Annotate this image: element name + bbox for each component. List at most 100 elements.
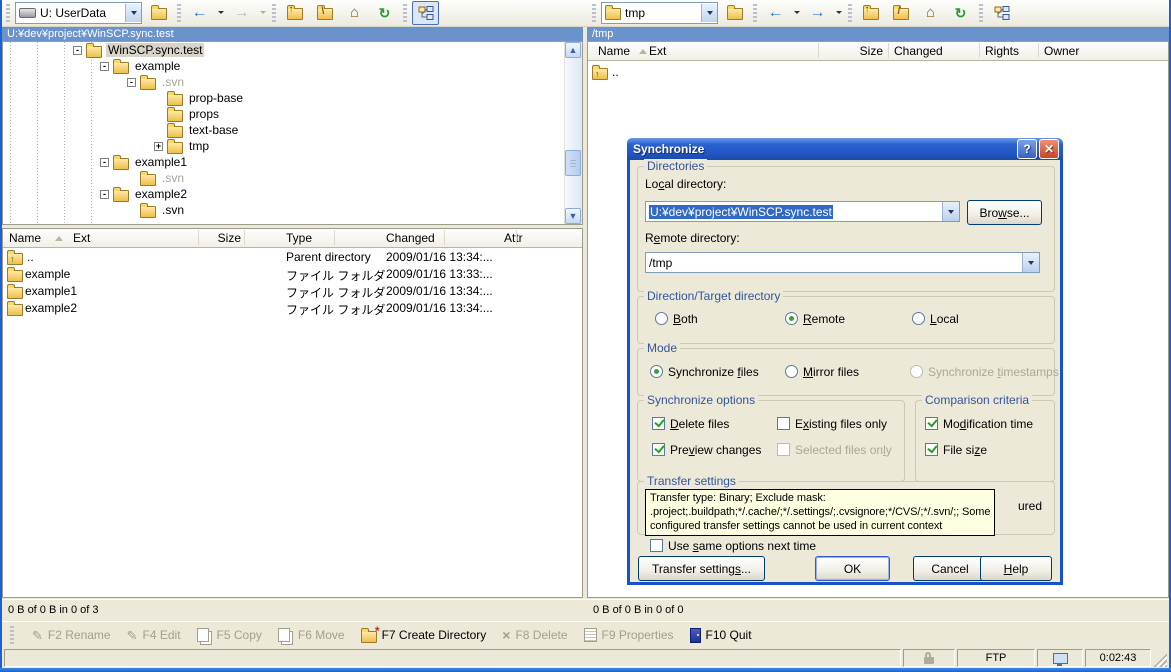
column-header-name[interactable]: Name	[9, 231, 41, 245]
file-name[interactable]: ..	[27, 250, 34, 264]
toolbar-grip[interactable]	[592, 4, 596, 22]
forward-history-dropdown[interactable]	[258, 2, 267, 24]
mode-synchronize-files-label[interactable]: Synchronize files	[668, 365, 759, 379]
tree-node-label[interactable]: WinSCP.sync.test	[106, 43, 204, 57]
tree-scrollbar[interactable]: ▲ ─── ▼	[564, 42, 582, 224]
parent-directory-button[interactable]: ↑	[857, 1, 884, 25]
toolbar-grip[interactable]	[979, 4, 983, 22]
tree-row[interactable]: +tmp	[3, 138, 565, 154]
toolbar-grip[interactable]	[753, 4, 757, 22]
direction-remote-label[interactable]: Remote	[803, 312, 845, 326]
file-row[interactable]: example ファイル フォルダ 2009/01/16 13:33:...	[3, 266, 581, 283]
toolbar-grip[interactable]	[6, 4, 10, 22]
tree-node-label[interactable]: props	[187, 107, 221, 121]
collapse-toggle[interactable]: -	[127, 78, 136, 87]
tree-row[interactable]: - example	[3, 58, 565, 74]
toolbar-grip[interactable]	[272, 4, 276, 22]
column-header-name[interactable]: Name	[598, 44, 630, 58]
tree-node-label[interactable]: example1	[133, 155, 189, 169]
f8-delete-button[interactable]: ×F8 Delete	[502, 628, 567, 642]
column-header-type[interactable]: Type	[286, 231, 312, 245]
column-header-ext[interactable]: Ext	[73, 231, 90, 245]
expand-toggle[interactable]: +	[154, 142, 163, 151]
tree-row[interactable]: -WinSCP.sync.test	[3, 42, 565, 58]
collapse-toggle[interactable]: -	[100, 62, 109, 71]
direction-both-label[interactable]: Both	[673, 312, 698, 326]
use-same-options-checkbox[interactable]	[650, 539, 663, 552]
open-directory-button[interactable]	[721, 1, 748, 25]
preview-changes-checkbox[interactable]	[652, 443, 665, 456]
remote-directory-combo-arrow[interactable]	[701, 4, 717, 22]
f6-move-button[interactable]: F6 Move	[278, 628, 345, 642]
scroll-down-button[interactable]: ▼	[565, 208, 581, 224]
toolbar-grip[interactable]	[177, 4, 181, 22]
dialog-help-button[interactable]: ?	[1017, 139, 1037, 159]
back-history-dropdown[interactable]	[216, 2, 225, 24]
f10-quit-button[interactable]: F10 Quit	[690, 628, 752, 643]
f7-create-directory-button[interactable]: *F7 Create Directory	[361, 628, 487, 643]
existing-files-only-label[interactable]: Existing files only	[795, 417, 887, 431]
file-size-checkbox[interactable]	[925, 443, 938, 456]
column-header-size[interactable]: Size	[199, 231, 241, 245]
collapse-toggle[interactable]: -	[100, 190, 109, 199]
tree-row[interactable]: - .svn	[3, 74, 565, 90]
back-button[interactable]: ←	[186, 1, 213, 25]
drive-combo-arrow[interactable]	[125, 4, 141, 22]
column-header-changed[interactable]: Changed	[894, 44, 943, 58]
drive-combo[interactable]: U: UserData	[15, 2, 142, 24]
tree-node-label[interactable]: .svn	[160, 171, 186, 185]
modification-time-label[interactable]: Modification time	[943, 417, 1033, 431]
tree-node-label[interactable]: .svn	[160, 75, 186, 89]
modification-time-checkbox[interactable]	[925, 417, 938, 430]
tree-row[interactable]: - example2	[3, 186, 565, 202]
file-size-label[interactable]: File size	[943, 443, 987, 457]
mode-mirror-files-radio[interactable]	[785, 365, 798, 378]
refresh-button[interactable]: ↻	[947, 1, 974, 25]
home-directory-button[interactable]: ⌂	[341, 1, 368, 25]
delete-files-checkbox[interactable]	[652, 417, 665, 430]
home-directory-button[interactable]: ⌂	[917, 1, 944, 25]
remote-directory-value[interactable]: /tmp	[649, 256, 672, 270]
tree-row[interactable]: props	[3, 106, 565, 122]
scroll-thumb[interactable]: ───	[565, 150, 581, 176]
tree-node-label[interactable]: example2	[133, 187, 189, 201]
file-row[interactable]: example1 ファイル フォルダ 2009/01/16 13:34:...	[3, 283, 581, 300]
tree-row[interactable]: .svn	[3, 170, 565, 186]
local-directory-combo[interactable]: U:¥dev¥project¥WinSCP.sync.test	[645, 201, 960, 222]
cancel-button[interactable]: Cancel	[913, 556, 987, 581]
column-header-size[interactable]: Size	[828, 44, 883, 58]
f2-rename-button[interactable]: ✎F2 Rename	[32, 628, 111, 642]
direction-local-label[interactable]: Local	[930, 312, 959, 326]
root-directory-button[interactable]: \	[311, 1, 338, 25]
delete-files-label[interactable]: Delete files	[670, 417, 729, 431]
remote-directory-dropdown-arrow[interactable]	[1022, 253, 1039, 272]
column-header-attr[interactable]: Attr	[504, 231, 523, 245]
direction-local-radio[interactable]	[912, 312, 925, 325]
tree-node-label[interactable]: .svn	[160, 203, 186, 217]
f9-properties-button[interactable]: F9 Properties	[584, 628, 674, 642]
remote-directory-combo[interactable]: /tmp	[645, 252, 1040, 273]
tree-node-label[interactable]: example	[133, 59, 182, 73]
toolbar-grip[interactable]	[848, 4, 852, 22]
root-directory-button[interactable]: /	[887, 1, 914, 25]
transfer-settings-button[interactable]: Transfer settings...	[638, 556, 765, 581]
open-directory-button[interactable]	[145, 1, 172, 25]
scroll-up-button[interactable]: ▲	[565, 42, 581, 58]
back-button[interactable]: ←	[762, 1, 789, 25]
use-same-options-label[interactable]: Use same options next time	[668, 539, 816, 553]
tree-view-toggle-button[interactable]	[412, 1, 439, 25]
browse-button[interactable]: Browse...	[967, 200, 1042, 225]
dialog-title-bar[interactable]: Synchronize ? ✕	[627, 138, 1063, 160]
direction-both-radio[interactable]	[655, 312, 668, 325]
resize-grip[interactable]	[1153, 653, 1167, 667]
column-header-owner[interactable]: Owner	[1044, 44, 1079, 58]
local-directory-dropdown-arrow[interactable]	[942, 202, 959, 221]
collapse-toggle[interactable]: -	[100, 158, 109, 167]
help-button[interactable]: Help	[980, 556, 1052, 581]
forward-button[interactable]: →	[804, 1, 831, 25]
direction-remote-radio[interactable]	[785, 312, 798, 325]
preview-changes-label[interactable]: Preview changes	[670, 443, 761, 457]
ok-button[interactable]: OK	[815, 556, 890, 581]
dialog-close-button[interactable]: ✕	[1039, 139, 1059, 159]
tree-view-toggle-button[interactable]	[988, 1, 1015, 25]
